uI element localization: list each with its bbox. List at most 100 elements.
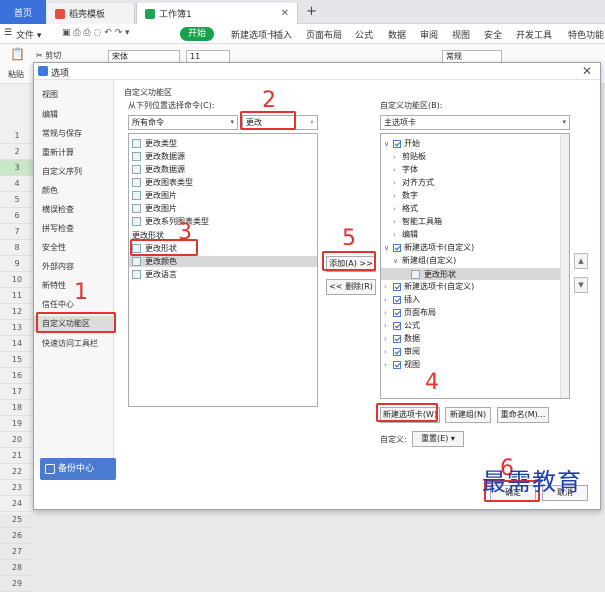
tree-node[interactable]: › 剪贴板: [393, 151, 426, 162]
backup-center-button[interactable]: 备份中心: [40, 458, 116, 480]
list-item[interactable]: 更改语言: [132, 269, 177, 280]
new-group-button[interactable]: 新建组(N): [445, 407, 491, 423]
ribbon-tab-start[interactable]: 开始: [180, 27, 214, 41]
list-item[interactable]: 更改颜色: [129, 256, 317, 267]
tree-node[interactable]: › 对齐方式: [393, 177, 434, 188]
row-number[interactable]: 18: [0, 400, 34, 416]
tab-docer[interactable]: 稻壳模板: [47, 3, 135, 24]
ribbon-tab-view[interactable]: 视图: [452, 28, 470, 41]
checkbox[interactable]: [393, 334, 401, 343]
close-tab-icon[interactable]: ✕: [281, 8, 289, 19]
row-number[interactable]: 17: [0, 384, 34, 400]
row-number[interactable]: 2: [0, 144, 34, 160]
menu-icon[interactable]: ☰: [4, 28, 12, 38]
nav-view[interactable]: 视图: [42, 89, 58, 100]
quick-icons[interactable]: ▣ ⎙ ⎙ ◌ ↶ ↷ ▾: [62, 28, 130, 38]
nav-new-features[interactable]: 新特性: [42, 280, 66, 291]
command-source-select[interactable]: 所有命令 ▾: [128, 115, 238, 130]
row-number[interactable]: 9: [0, 256, 34, 272]
row-number[interactable]: 21: [0, 448, 34, 464]
ribbon-tab-formula[interactable]: 公式: [355, 28, 373, 41]
list-item[interactable]: 更改图片: [132, 190, 177, 201]
row-number[interactable]: 11: [0, 288, 34, 304]
tree-node[interactable]: › 编辑: [393, 229, 418, 240]
nav-external[interactable]: 外部内容: [42, 261, 74, 272]
move-up-button[interactable]: ▲: [574, 253, 588, 269]
row-number[interactable]: 1: [0, 128, 34, 144]
list-item[interactable]: 更改图片: [132, 203, 177, 214]
tree-node[interactable]: › 智能工具箱: [393, 216, 442, 227]
tree-node[interactable]: ∨ 新建组(自定义): [393, 255, 456, 266]
paste-button[interactable]: 粘贴: [8, 69, 24, 80]
nav-quick-access[interactable]: 快速访问工具栏: [42, 338, 98, 349]
ribbon-tab-insert[interactable]: 插入: [274, 28, 292, 41]
row-number[interactable]: 24: [0, 496, 34, 512]
checkbox[interactable]: [393, 308, 401, 317]
nav-color[interactable]: 颜色: [42, 185, 58, 196]
checkbox[interactable]: [393, 321, 401, 330]
row-number[interactable]: 26: [0, 528, 34, 544]
nav-error-check[interactable]: 横误检查: [42, 204, 74, 215]
nav-spell-check[interactable]: 拼写检查: [42, 223, 74, 234]
row-number[interactable]: 7: [0, 224, 34, 240]
tree-node-selected[interactable]: 更改形状: [381, 268, 569, 280]
nav-general[interactable]: 常规与保存: [42, 128, 82, 139]
ribbon-tab-data[interactable]: 数据: [388, 28, 406, 41]
nav-edit[interactable]: 编辑: [42, 109, 58, 120]
new-tab-icon[interactable]: +: [306, 4, 317, 19]
ribbon-tab-security[interactable]: 安全: [484, 28, 502, 41]
checkbox[interactable]: [393, 243, 401, 252]
tree-node[interactable]: › 审阅: [384, 346, 420, 357]
row-number[interactable]: 16: [0, 368, 34, 384]
tree-node[interactable]: ∨ 新建选项卡(自定义): [384, 242, 474, 253]
nav-trust-center[interactable]: 信任中心: [42, 299, 74, 310]
tree-node[interactable]: › 新建选项卡(自定义): [384, 281, 474, 292]
tree-node[interactable]: › 插入: [384, 294, 420, 305]
tree-node[interactable]: › 格式: [393, 203, 418, 214]
tab-home[interactable]: 首页: [0, 0, 46, 24]
row-number[interactable]: 22: [0, 464, 34, 480]
tree-node[interactable]: › 公式: [384, 320, 420, 331]
cut-button[interactable]: ✂ 剪切: [36, 50, 61, 61]
nav-security[interactable]: 安全性: [42, 242, 66, 253]
tree-node[interactable]: › 页面布局: [384, 307, 436, 318]
rename-button[interactable]: 重命名(M)...: [497, 407, 549, 423]
ribbon-tab-layout[interactable]: 页面布局: [306, 28, 342, 41]
row-number[interactable]: 15: [0, 352, 34, 368]
row-number[interactable]: 5: [0, 192, 34, 208]
list-item[interactable]: 更改数据源: [132, 164, 185, 175]
row-number[interactable]: 28: [0, 560, 34, 576]
checkbox[interactable]: [393, 360, 401, 369]
tab-type-select[interactable]: 主选项卡 ▾: [380, 115, 570, 130]
nav-custom-list[interactable]: 自定义序列: [42, 166, 82, 177]
close-icon[interactable]: ✕: [582, 64, 592, 78]
checkbox[interactable]: [393, 282, 401, 291]
file-menu[interactable]: 文件 ▾: [16, 28, 41, 41]
ribbon-tab-dev[interactable]: 开发工具: [516, 28, 552, 41]
row-number[interactable]: 3: [0, 160, 34, 176]
tree-node[interactable]: › 数字: [393, 190, 418, 201]
checkbox[interactable]: [393, 139, 401, 148]
ribbon-tab-special[interactable]: 特色功能: [568, 28, 604, 41]
row-number[interactable]: 8: [0, 240, 34, 256]
row-number[interactable]: 4: [0, 176, 34, 192]
list-item[interactable]: 更改类型: [132, 138, 177, 149]
checkbox[interactable]: [393, 295, 401, 304]
row-number[interactable]: 27: [0, 544, 34, 560]
remove-button[interactable]: << 删除(R): [326, 279, 376, 295]
checkbox[interactable]: [393, 347, 401, 356]
row-number[interactable]: 19: [0, 416, 34, 432]
paste-icon[interactable]: 📋: [10, 47, 25, 61]
nav-recalc[interactable]: 重新计算: [42, 147, 74, 158]
move-down-button[interactable]: ▼: [574, 277, 588, 293]
tree-scrollbar[interactable]: [560, 134, 569, 398]
list-item[interactable]: 更改数据源: [132, 151, 185, 162]
tree-node[interactable]: › 视图: [384, 359, 420, 370]
tab-workbook[interactable]: 工作簿1 ✕: [136, 3, 298, 24]
list-item[interactable]: 更改图表类型: [132, 177, 193, 188]
row-number[interactable]: 23: [0, 480, 34, 496]
tree-node[interactable]: ∨ 开始: [384, 138, 420, 149]
row-number[interactable]: 25: [0, 512, 34, 528]
reset-button[interactable]: 重置(E) ▾: [412, 431, 464, 447]
row-number[interactable]: 12: [0, 304, 34, 320]
